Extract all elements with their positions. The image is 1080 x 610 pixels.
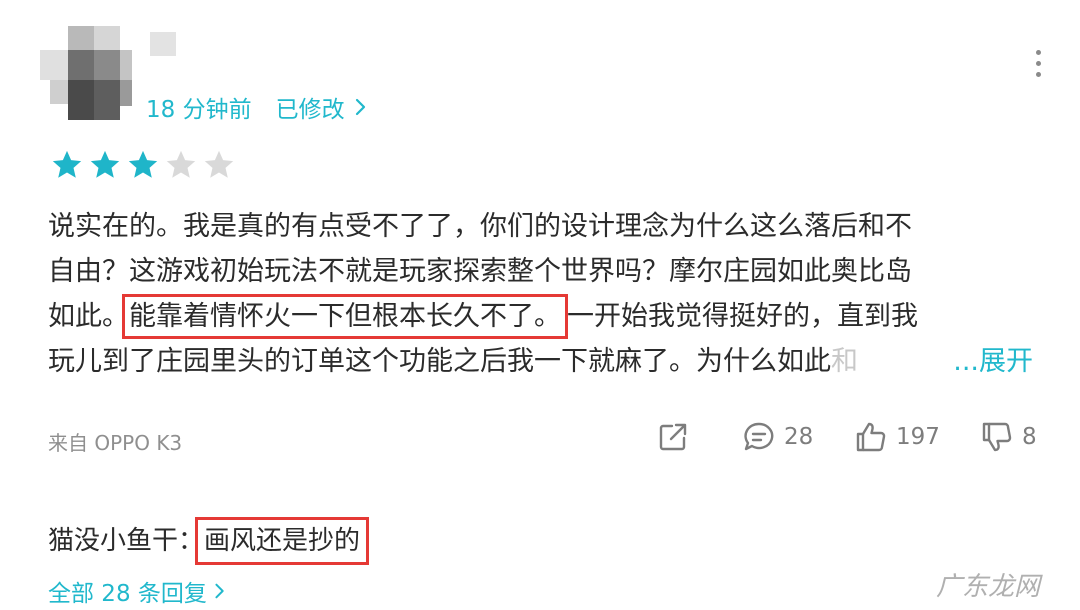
chevron-right-icon — [355, 98, 365, 116]
star-icon — [52, 150, 82, 178]
comment-line: 玩儿到了庄园里头的订单这个功能之后我一下就麻了。为什么如此和 ...展开 — [48, 339, 1033, 384]
star-icon — [128, 150, 158, 178]
highlighted-text: 能靠着情怀火一下但根本长久不了。 — [122, 294, 568, 339]
share-icon — [659, 423, 687, 451]
expand-button[interactable]: ...展开 — [943, 339, 1033, 384]
comment-line: 如此。能靠着情怀火一下但根本长久不了。 一开始我觉得挺好的，直到我 — [48, 294, 1033, 339]
reply-preview[interactable]: 猫没小鱼干：画风还是抄的 — [48, 517, 370, 565]
comment-body: 说实在的。我是真的有点受不了了，你们的设计理念为什么这么落后和不 自由？这游戏初… — [48, 204, 1033, 384]
chevron-right-icon — [215, 583, 224, 599]
edited-link[interactable]: 已修改 — [276, 90, 371, 124]
like-icon — [856, 422, 886, 452]
comment-line: 说实在的。我是真的有点受不了了，你们的设计理念为什么这么落后和不 — [48, 211, 912, 242]
reply-author: 猫没小鱼干： — [48, 526, 205, 556]
star-icon — [204, 150, 234, 178]
star-icon — [90, 150, 120, 178]
star-icon — [166, 150, 196, 178]
watermark: 广东龙网 — [935, 572, 1040, 602]
comment-text: 如此。 — [48, 301, 129, 332]
comment-line: 自由？这游戏初始玩法不就是玩家探索整个世界吗？摩尔庄园如此奥比岛 — [48, 256, 912, 287]
comment-text: 一开始我觉得挺好的，直到我 — [567, 301, 918, 332]
dislike-count: 8 — [1022, 424, 1037, 450]
comment-meta: 18 分钟前 已修改 — [146, 90, 371, 124]
more-icon[interactable] — [1034, 50, 1042, 78]
comment-actions: 28 197 8 — [0, 420, 1080, 460]
comment-text-fade: 和 — [831, 346, 858, 377]
comment-button[interactable]: 28 — [742, 420, 813, 454]
reply-count: 28 — [784, 424, 814, 450]
comment-time: 18 分钟前 — [146, 97, 252, 123]
reply-text: 画风还是抄的 — [195, 517, 370, 565]
edited-label: 已修改 — [275, 97, 345, 123]
all-replies-label: 全部 28 条回复 — [48, 581, 207, 607]
dislike-button[interactable]: 8 — [980, 420, 1037, 454]
like-button[interactable]: 197 — [854, 420, 940, 454]
all-replies-link[interactable]: 全部 28 条回复 — [48, 574, 229, 608]
comment-icon — [744, 422, 774, 451]
avatar[interactable] — [40, 26, 176, 120]
comment-text: 玩儿到了庄园里头的订单这个功能之后我一下就麻了。为什么如此 — [48, 346, 831, 377]
dislike-icon — [982, 422, 1012, 452]
like-count: 197 — [896, 424, 940, 450]
share-button[interactable] — [656, 420, 690, 454]
rating-stars — [50, 148, 240, 182]
